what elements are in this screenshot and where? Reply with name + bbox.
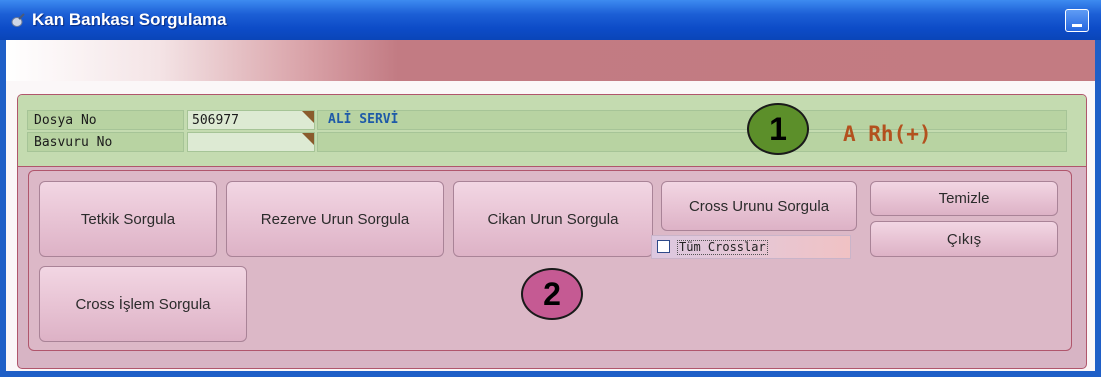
- app-window: Kan Bankası Sorgulama Dosya No 506977 Ba…: [0, 0, 1101, 377]
- annotation-marker-2: 2: [521, 268, 583, 320]
- main-frame: Dosya No 506977 Basvuru No ALİ SERVİ A R…: [17, 94, 1087, 369]
- field-corner-icon: [302, 111, 314, 123]
- minimize-icon: [1072, 24, 1082, 27]
- window-client-area: Dosya No 506977 Basvuru No ALİ SERVİ A R…: [6, 40, 1095, 371]
- window-title: Kan Bankası Sorgulama: [32, 10, 227, 29]
- blood-type: A Rh(+): [843, 122, 932, 146]
- dosya-no-label: Dosya No: [27, 110, 184, 130]
- basvuru-no-label: Basvuru No: [27, 132, 184, 152]
- app-icon: [10, 12, 26, 28]
- cikan-urun-sorgula-button[interactable]: Cikan Urun Sorgula: [453, 181, 653, 257]
- minimize-button[interactable]: [1065, 9, 1089, 32]
- cikis-button[interactable]: Çıkış: [870, 221, 1058, 257]
- title-bar[interactable]: Kan Bankası Sorgulama: [0, 0, 1101, 40]
- annotation-marker-1: 1: [747, 103, 809, 155]
- tum-crosslar-checkbox[interactable]: [657, 240, 670, 253]
- patient-name-bar: ALİ SERVİ: [317, 110, 1067, 130]
- tetkik-sorgula-button[interactable]: Tetkik Sorgula: [39, 181, 217, 257]
- tum-crosslar-option[interactable]: Tüm Crosslar: [651, 235, 851, 259]
- cross-islem-sorgula-button[interactable]: Cross İşlem Sorgula: [39, 266, 247, 342]
- patient-info-section: Dosya No 506977 Basvuru No ALİ SERVİ A R…: [18, 95, 1086, 167]
- temizle-button[interactable]: Temizle: [870, 181, 1058, 216]
- tum-crosslar-label: Tüm Crosslar: [677, 240, 768, 255]
- rezerve-urun-sorgula-button[interactable]: Rezerve Urun Sorgula: [226, 181, 444, 257]
- query-buttons-panel: Tetkik Sorgula Rezerve Urun Sorgula Cika…: [28, 170, 1072, 351]
- field-corner-icon: [302, 133, 314, 145]
- patient-name: ALİ SERVİ: [328, 112, 399, 127]
- patient-extra-bar: [317, 132, 1067, 152]
- cross-urunu-sorgula-button[interactable]: Cross Urunu Sorgula: [661, 181, 857, 231]
- basvuru-no-field[interactable]: [187, 132, 315, 152]
- dosya-no-value: 506977: [192, 113, 239, 128]
- dosya-no-field[interactable]: 506977: [187, 110, 315, 130]
- header-banner: [6, 40, 1095, 81]
